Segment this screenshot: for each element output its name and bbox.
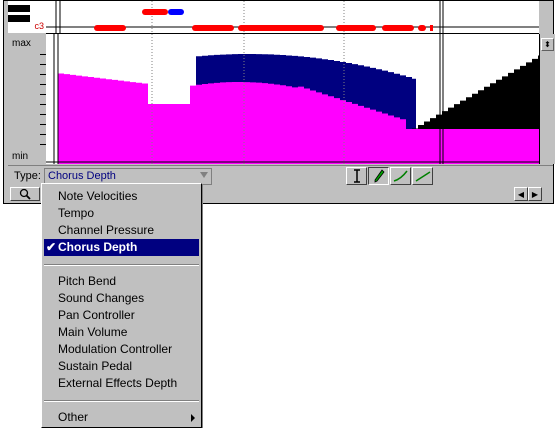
menu-separator	[44, 400, 199, 402]
menu-item-modulation-controller[interactable]: Modulation Controller	[44, 341, 199, 358]
menu-item-main-volume[interactable]: Main Volume	[44, 324, 199, 341]
menu-item-note-velocities[interactable]: Note Velocities	[44, 188, 199, 205]
black-key	[8, 15, 30, 22]
controller-graph[interactable]	[46, 34, 539, 164]
scroll-right-icon[interactable]: ▶	[528, 187, 542, 201]
i-beam-select-icon	[353, 169, 360, 183]
select-tool-button[interactable]	[346, 167, 367, 185]
note-strip[interactable]	[46, 1, 539, 34]
note-bar	[382, 25, 414, 31]
type-dropdown-value: Chorus Depth	[48, 170, 116, 182]
piano-keys: c3	[8, 1, 47, 33]
menu-item-sound-changes[interactable]: Sound Changes	[44, 290, 199, 307]
type-label: Type:	[14, 170, 41, 182]
black-key	[8, 5, 30, 12]
menu-item-tempo[interactable]: Tempo	[44, 205, 199, 222]
controller-editor-window: c3 max min ⬍ Type: Chorus Depth ◀ ▶	[3, 0, 555, 204]
note-bar	[192, 25, 234, 31]
pencil-tool-button[interactable]	[368, 167, 389, 185]
scale-max-label: max	[12, 38, 31, 49]
vertical-scrollbar[interactable]: ⬍	[539, 34, 555, 164]
note-bar	[418, 25, 426, 31]
scroll-left-icon[interactable]: ◀	[514, 187, 528, 201]
note-bar	[430, 25, 433, 31]
tool-buttons	[346, 167, 433, 185]
menu-item-external-effects-depth[interactable]: External Effects Depth	[44, 375, 199, 392]
note-bar	[94, 25, 126, 31]
curve-tool-button[interactable]	[390, 167, 411, 185]
curve-icon	[393, 170, 408, 182]
line-tool-button[interactable]	[412, 167, 433, 185]
type-dropdown-menu: Note Velocities Tempo Channel Pressure ✔…	[41, 183, 202, 428]
note-bar	[168, 9, 184, 15]
value-scale: max min	[8, 34, 47, 164]
note-strip-graphic	[46, 1, 539, 33]
zoom-button[interactable]	[10, 187, 40, 201]
note-bar	[336, 25, 376, 31]
dropdown-arrow-icon	[200, 172, 208, 178]
menu-item-sustain-pedal[interactable]: Sustain Pedal	[44, 358, 199, 375]
checkmark-icon: ✔	[46, 240, 57, 254]
submenu-arrow-icon	[191, 414, 195, 422]
menu-separator	[44, 264, 199, 266]
controller-graph-svg	[46, 34, 539, 164]
menu-item-chorus-depth[interactable]: ✔ Chorus Depth	[44, 239, 199, 256]
menu-item-pitch-bend[interactable]: Pitch Bend	[44, 273, 199, 290]
scroll-up-down-icon[interactable]: ⬍	[541, 38, 554, 51]
menu-item-other[interactable]: Other	[44, 409, 199, 426]
magnifier-icon	[19, 188, 31, 200]
note-bar	[238, 25, 324, 31]
pencil-icon	[374, 169, 385, 183]
menu-item-channel-pressure[interactable]: Channel Pressure	[44, 222, 199, 239]
menu-item-pan-controller[interactable]: Pan Controller	[44, 307, 199, 324]
note-bar	[142, 9, 168, 15]
line-icon	[415, 171, 430, 182]
scale-min-label: min	[12, 151, 29, 162]
note-label-c3: c3	[34, 21, 44, 31]
